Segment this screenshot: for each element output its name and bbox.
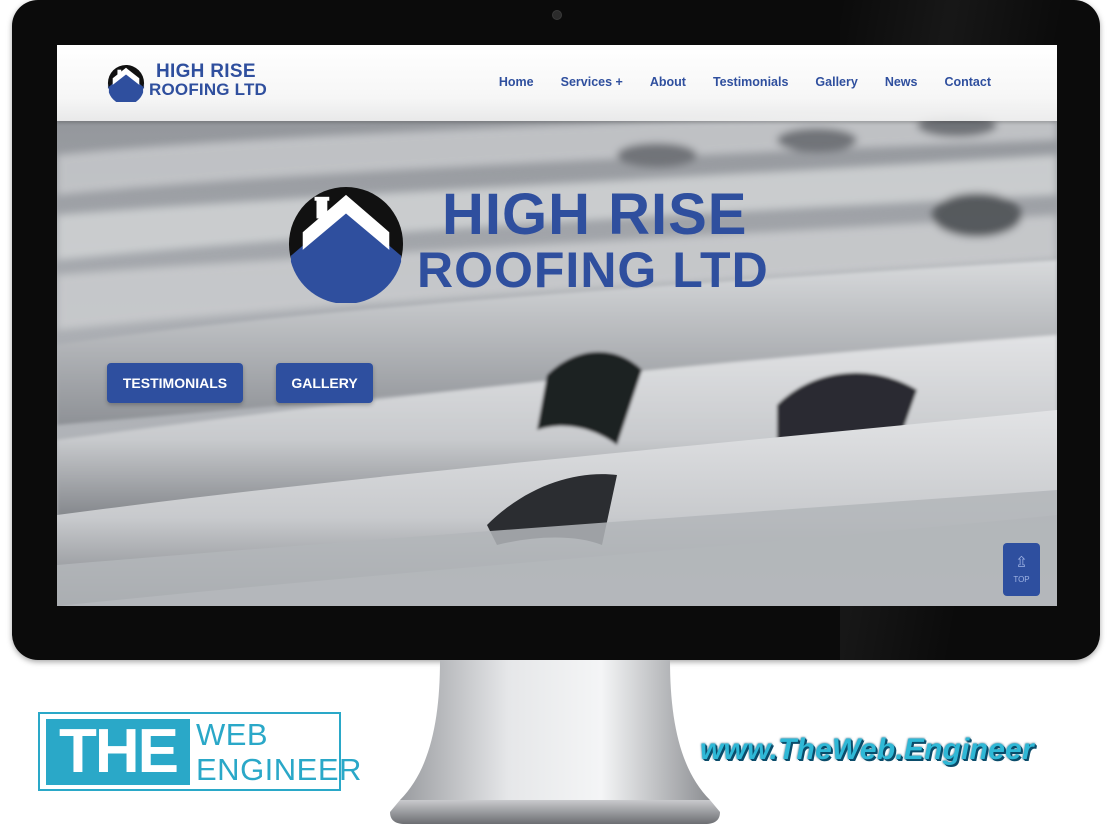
brand-the: THE <box>46 719 190 785</box>
brand-engineer: ENGINEER <box>196 752 362 787</box>
nav-services[interactable]: Services + <box>561 75 623 89</box>
roof-background-image <box>57 45 1057 606</box>
web-engineer-logo: THE WEB ENGINEER <box>38 712 361 791</box>
header-logo[interactable]: HIGH RISE ROOFING LTD <box>107 61 287 103</box>
logo-line2: ROOFING LTD <box>149 80 268 99</box>
nav-about[interactable]: About <box>650 75 686 89</box>
nav-home[interactable]: Home <box>499 75 534 89</box>
back-to-top-label: TOP <box>1013 575 1030 584</box>
brand-web: WEB <box>196 717 269 752</box>
nav-contact[interactable]: Contact <box>944 75 991 89</box>
monitor-frame: HIGH RISE ROOFING LTD Home Services + Ab… <box>12 0 1100 660</box>
site-header: HIGH RISE ROOFING LTD Home Services + Ab… <box>57 45 1057 121</box>
back-to-top-button[interactable]: ⇫ TOP <box>1003 543 1040 596</box>
website-url: www.TheWeb.Engineer <box>700 733 1034 766</box>
gallery-button[interactable]: GALLERY <box>276 363 373 403</box>
testimonials-button[interactable]: TESTIMONIALS <box>107 363 243 403</box>
logo-line1: HIGH RISE <box>156 61 256 82</box>
hero-title-line2: ROOFING LTD <box>417 242 769 298</box>
nav-testimonials[interactable]: Testimonials <box>713 75 788 89</box>
monitor-stand <box>390 660 720 824</box>
hero-logo: HIGH RISE ROOFING LTD <box>287 185 832 310</box>
nav-gallery[interactable]: Gallery <box>815 75 857 89</box>
main-nav: Home Services + About Testimonials Galle… <box>472 75 991 89</box>
nav-news[interactable]: News <box>885 75 918 89</box>
header-logo-text: HIGH RISE ROOFING LTD <box>149 61 268 99</box>
hero-title-line1: HIGH RISE <box>442 182 748 247</box>
webcam-icon <box>552 10 562 20</box>
house-logo-icon <box>288 186 404 303</box>
hero-title: HIGH RISE ROOFING LTD <box>417 182 769 298</box>
website-screen: HIGH RISE ROOFING LTD Home Services + Ab… <box>57 45 1057 606</box>
house-logo-icon <box>107 64 145 102</box>
arrow-up-icon: ⇫ <box>1015 554 1028 571</box>
